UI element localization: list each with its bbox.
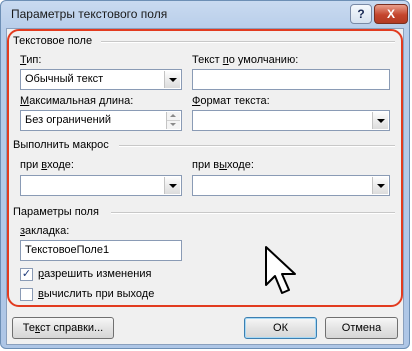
text-field-group-label: Текстовое поле — [13, 35, 93, 47]
spinner-control[interactable] — [166, 112, 180, 129]
dialog-title: Параметры текстового поля — [11, 7, 168, 21]
ok-button[interactable]: ОК — [244, 317, 317, 339]
fill-in-enabled-label[interactable]: разрешить изменения — [38, 268, 151, 280]
spin-up-icon[interactable] — [167, 112, 180, 121]
dialog-client-area: Текстовое поле Тип: Обычный текст Текст … — [6, 28, 404, 345]
chevron-down-icon[interactable] — [372, 177, 388, 194]
check-icon: ✓ — [21, 268, 32, 280]
on-exit-select[interactable] — [192, 175, 390, 196]
bookmark-label: закладка: — [20, 225, 70, 237]
calc-on-exit-label[interactable]: вычислить при выходе — [38, 288, 154, 300]
chevron-down-icon[interactable] — [372, 112, 388, 129]
bookmark-value: ТекстовоеПоле1 — [25, 244, 110, 256]
field-settings-group-label: Параметры поля — [13, 206, 99, 218]
group-divider — [119, 145, 395, 147]
group-divider — [101, 41, 395, 43]
mouse-pointer-icon — [265, 246, 296, 294]
type-value: Обычный текст — [25, 73, 104, 85]
help-text-button[interactable]: Текст справки... — [12, 317, 114, 339]
type-label: Тип: — [20, 54, 42, 66]
close-button[interactable]: X — [374, 4, 408, 24]
on-entry-label: при входе: — [20, 159, 74, 171]
chevron-down-icon[interactable] — [164, 177, 180, 194]
max-length-value: Без ограничений — [25, 114, 111, 126]
dialog-window: Параметры текстового поля ? X Текстовое … — [0, 0, 410, 349]
default-text-input[interactable] — [192, 69, 390, 90]
calc-on-exit-checkbox[interactable] — [20, 288, 33, 301]
chevron-down-icon[interactable] — [164, 71, 180, 88]
title-bar[interactable]: Параметры текстового поля ? X — [1, 1, 409, 27]
fill-in-enabled-checkbox[interactable]: ✓ — [20, 268, 33, 281]
type-select[interactable]: Обычный текст — [20, 69, 182, 90]
max-length-label: Максимальная длина: — [20, 95, 134, 107]
help-button[interactable]: ? — [350, 4, 372, 24]
default-text-label: Текст по умолчанию: — [192, 54, 299, 66]
text-format-select[interactable] — [192, 110, 390, 131]
on-exit-label: при выходе: — [192, 159, 254, 171]
max-length-input[interactable]: Без ограничений — [20, 110, 182, 131]
cancel-button[interactable]: Отмена — [325, 317, 398, 339]
bookmark-input[interactable]: ТекстовоеПоле1 — [20, 240, 182, 261]
spin-down-icon[interactable] — [167, 121, 180, 129]
group-divider — [111, 212, 395, 214]
run-macro-group-label: Выполнить макрос — [13, 139, 109, 151]
text-format-label: Формат текста: — [192, 95, 270, 107]
on-entry-select[interactable] — [20, 175, 182, 196]
